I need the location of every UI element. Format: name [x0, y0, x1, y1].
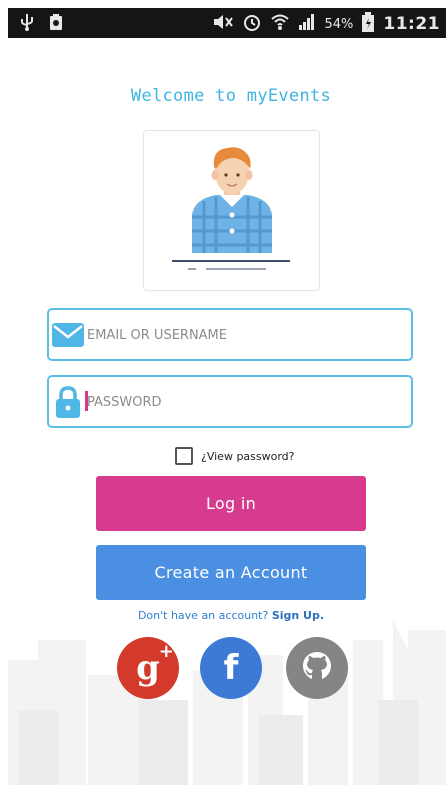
password-field[interactable]	[47, 375, 413, 428]
mute-icon	[212, 13, 234, 35]
facebook-icon: f	[223, 648, 239, 688]
wifi-icon	[270, 13, 290, 35]
github-button[interactable]	[286, 637, 348, 699]
view-password-toggle[interactable]: ¿View password?	[175, 447, 295, 465]
view-password-checkbox[interactable]	[175, 447, 193, 465]
login-button[interactable]: Log in	[96, 476, 366, 531]
google-g-glyph: g	[136, 648, 160, 688]
mail-icon	[51, 318, 85, 352]
lock-icon	[51, 385, 85, 419]
password-input[interactable]	[87, 385, 397, 419]
google-plus-button[interactable]: g +	[117, 637, 179, 699]
signup-prompt: Don't have an account? Sign Up.	[0, 609, 446, 622]
alarm-icon	[242, 12, 262, 36]
google-plus-icon: g +	[136, 643, 174, 688]
user-illustration-icon	[172, 147, 290, 270]
login-screen: 54% 11:21 Welcome to myEvents EMAIL OR U…	[0, 0, 446, 785]
view-password-label: ¿View password?	[201, 449, 295, 463]
signup-prompt-text: Don't have an account?	[137, 609, 269, 622]
email-field[interactable]	[47, 308, 413, 361]
github-icon	[299, 648, 335, 688]
welcome-title: Welcome to myEvents	[130, 86, 332, 106]
recycle-icon	[48, 13, 64, 35]
status-bar: 54% 11:21	[8, 8, 446, 38]
battery-icon	[361, 12, 375, 36]
facebook-button[interactable]: f	[200, 637, 262, 699]
signal-icon	[298, 13, 316, 35]
usb-icon	[20, 13, 34, 35]
create-account-button[interactable]: Create an Account	[96, 545, 366, 600]
text-cursor	[85, 391, 88, 411]
email-input[interactable]	[87, 318, 397, 352]
avatar	[143, 130, 320, 291]
battery-percent: 54%	[324, 16, 354, 32]
google-plus-glyph: +	[158, 641, 174, 662]
clock: 11:21	[383, 14, 440, 34]
signup-link[interactable]: Sign Up.	[272, 609, 324, 622]
